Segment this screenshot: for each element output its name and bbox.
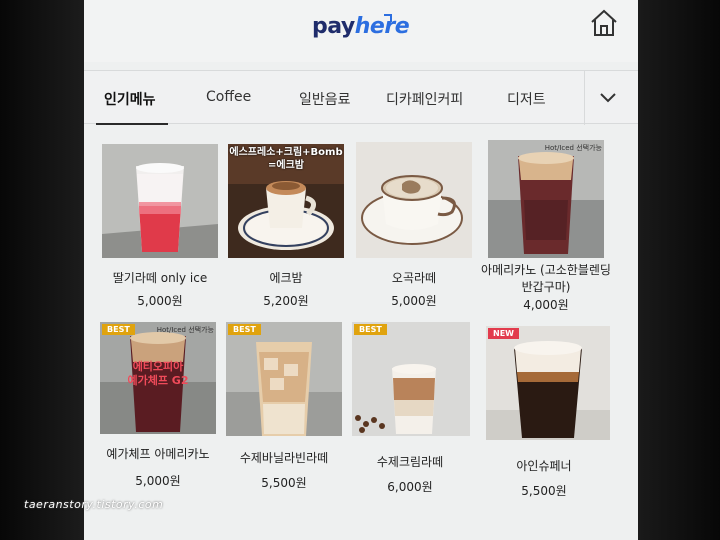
kiosk-screen: payhere 인기메뉴 Coffee 일반음료 디카페인커피 디저트 딸기라떼… [84,0,638,540]
category-tabs: 인기메뉴 Coffee 일반음료 디카페인커피 디저트 [84,70,638,125]
product-price: 5,500원 [521,484,567,498]
product-name: 수제바닐라빈라떼 [239,451,329,465]
chevron-down-icon [600,93,616,103]
device-bezel-left [0,0,84,540]
product-price: 6,000원 [387,480,433,494]
hot-iced-tag: Hot/Iced 선택가능 [156,326,214,334]
header: payhere [84,0,638,62]
product-price: 5,500원 [261,476,307,490]
product-price: 5,000원 [135,474,181,488]
product-card[interactable]: BEST 수제바닐라빈라떼 5,500원 [226,322,342,492]
product-image-caption: 에스프레소+크림+Bomb =에크밤 [229,147,343,171]
active-tab-indicator [96,123,168,125]
product-promo-text: 에티오피아 예가체프 G2 [127,360,189,387]
product-image [356,142,472,258]
product-price: 4,000원 [523,298,569,312]
product-name: 예가체프 아메리카노 [106,447,210,461]
product-name: 아인슈페너 [516,459,572,473]
product-image: BEST [352,322,470,436]
best-badge: BEST [228,324,261,335]
product-name: 에크밤 [269,271,303,285]
product-name: 아메리카노 (고소한블렌딩 반갑구마) [481,263,611,294]
product-name: 오곡라떼 [391,271,437,285]
product-image: BEST [226,322,342,436]
more-categories-button[interactable] [596,87,620,107]
product-price: 5,000원 [137,294,183,308]
hot-iced-tag: Hot/Iced 선택가능 [544,144,602,152]
device-bezel-right [638,0,720,540]
product-image: Hot/Iced 선택가능 [488,140,604,258]
product-name: 수제크림라떼 [376,455,444,469]
tab-popular[interactable]: 인기메뉴 [104,89,156,109]
product-card[interactable]: NEW 아인슈페너 5,500원 [486,326,610,498]
payhere-logo: payhere [312,14,410,39]
tab-beverage[interactable]: 일반음료 [299,89,351,109]
blog-watermark: taeranstory.tistory.com [24,498,164,511]
product-card[interactable]: BEST 수제크림라떼 6,000원 [352,322,470,494]
product-card[interactable]: BEST Hot/Iced 선택가능 에티오피아 예가체프 G2 예가체프 아메리… [100,322,216,492]
product-card[interactable]: 오곡라떼 5,000원 [356,142,472,314]
home-button[interactable] [588,8,620,38]
tab-decaf[interactable]: 디카페인커피 [386,89,463,109]
product-image [102,144,218,258]
home-icon [591,9,617,36]
new-badge: NEW [488,328,519,339]
product-image: BEST Hot/Iced 선택가능 에티오피아 예가체프 G2 [100,322,216,434]
tab-dessert[interactable]: 디저트 [507,89,546,109]
product-price: 5,000원 [391,294,437,308]
logo-corner-mark [384,14,392,22]
product-name: 딸기라떼 only ice [112,271,208,285]
tab-divider [584,71,585,125]
product-image: NEW [486,326,610,440]
product-card[interactable]: 딸기라떼 only ice 5,000원 [102,144,218,314]
best-badge: BEST [102,324,135,335]
best-badge: BEST [354,324,387,335]
product-price: 5,200원 [263,294,309,308]
product-card[interactable]: 에스프레소+크림+Bomb =에크밤 에크밤 5,200원 [228,144,344,314]
product-card[interactable]: Hot/Iced 선택가능 아메리카노 (고소한블렌딩 반갑구마) 4,000원 [481,140,611,316]
product-image: 에스프레소+크림+Bomb =에크밤 [228,144,344,258]
tab-coffee[interactable]: Coffee [206,89,251,105]
